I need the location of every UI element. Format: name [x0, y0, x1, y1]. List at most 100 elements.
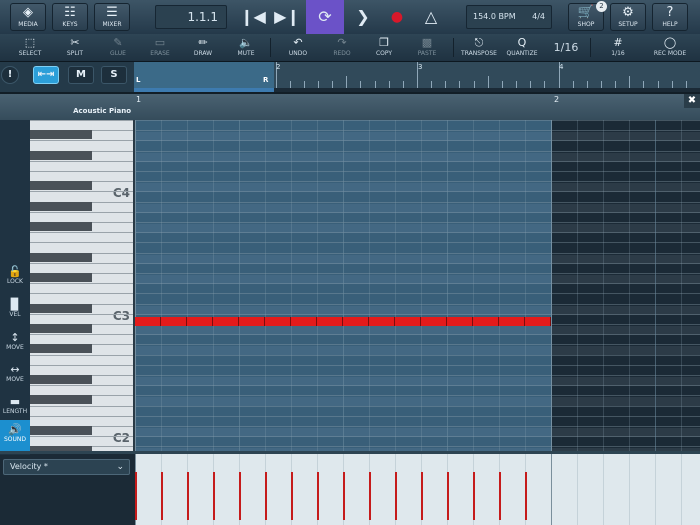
redo-button[interactable]: ↷ REDO	[327, 36, 357, 59]
midi-note[interactable]	[317, 317, 343, 326]
black-key[interactable]	[30, 201, 92, 211]
midi-note[interactable]	[369, 317, 395, 326]
grid-row-line	[135, 201, 700, 203]
skip-back-icon: ❙◀	[240, 7, 266, 26]
velocity-bar[interactable]	[499, 472, 501, 520]
midi-note[interactable]	[343, 317, 369, 326]
midi-note[interactable]	[291, 317, 317, 326]
mute-track-button[interactable]: M	[68, 66, 94, 84]
midi-note[interactable]	[239, 317, 265, 326]
black-key[interactable]	[30, 130, 92, 140]
go-to-end-button[interactable]: ▶❙	[270, 3, 304, 31]
velocity-bar[interactable]	[395, 472, 397, 520]
velocity-lane[interactable]	[135, 454, 700, 525]
mute-tool[interactable]: 🔈 MUTE	[231, 36, 261, 59]
close-editor-button[interactable]: ✖	[684, 94, 700, 108]
cycle-region[interactable]	[134, 62, 274, 88]
length-button[interactable]: ▬ LENGTH	[0, 395, 30, 415]
go-to-start-button[interactable]: ❙◀	[236, 3, 270, 31]
grid-button[interactable]: #1/16	[603, 36, 633, 59]
metronome-icon: △	[424, 7, 438, 26]
midi-note[interactable]	[447, 317, 473, 326]
velocity-bar[interactable]	[525, 472, 527, 520]
black-key[interactable]	[30, 375, 92, 384]
black-key[interactable]	[30, 303, 92, 313]
transpose-button[interactable]: ⎋ TRANSPOSE	[460, 36, 498, 59]
velocity-bar[interactable]	[291, 472, 293, 520]
velocity-bar[interactable]	[187, 472, 189, 520]
velocity-bar[interactable]	[213, 472, 215, 520]
velocity-bar[interactable]	[161, 472, 163, 520]
help-button[interactable]: ? HELP	[652, 3, 688, 31]
tempo-display[interactable]: 154.0 BPM 4/4	[466, 5, 552, 29]
draw-tool[interactable]: ✏ DRAW	[188, 36, 218, 59]
move-horizontal-button[interactable]: ↔ MOVE	[0, 363, 30, 383]
right-locator[interactable]: R	[263, 76, 268, 84]
rec-mode-button[interactable]: ◯ REC MODE	[650, 36, 690, 59]
shop-button[interactable]: 🛒 SHOP 2	[568, 1, 607, 31]
black-key[interactable]	[30, 222, 92, 231]
paste-button[interactable]: ▩ PASTE	[412, 36, 442, 59]
info-button[interactable]: !	[1, 66, 19, 84]
undo-button[interactable]: ↶ UNDO	[283, 36, 313, 59]
controller-lane-label: Velocity *	[10, 462, 48, 471]
controller-lane-select[interactable]: Velocity * ⌄	[3, 459, 130, 475]
midi-note[interactable]	[395, 317, 421, 326]
ruler-tick	[600, 81, 602, 88]
copy-button[interactable]: ❐ COPY	[369, 36, 399, 59]
keys-button[interactable]: ☷ KEYS	[52, 3, 88, 31]
move-vertical-button[interactable]: ↕ MOVE	[0, 331, 30, 351]
black-key[interactable]	[30, 150, 92, 160]
velocity-bar[interactable]	[135, 472, 137, 520]
setup-button[interactable]: ⚙ SETUP	[610, 3, 646, 31]
media-button[interactable]: ◈ MEDIA	[10, 3, 46, 31]
left-locator[interactable]: L	[136, 76, 140, 84]
midi-note[interactable]	[187, 317, 213, 326]
velocity-button[interactable]: ▉ VEL	[0, 298, 30, 318]
velocity-bar[interactable]	[421, 472, 423, 520]
black-key[interactable]	[30, 324, 92, 333]
mixer-button[interactable]: ☰ MIXER	[94, 3, 130, 31]
velocity-bar[interactable]	[343, 472, 345, 520]
velocity-bar[interactable]	[317, 472, 319, 520]
velocity-bar[interactable]	[369, 472, 371, 520]
black-key[interactable]	[30, 181, 92, 191]
split-tool[interactable]: ✂ SPLIT	[60, 36, 90, 59]
fit-button[interactable]: ⇤⇥	[33, 66, 59, 84]
black-key[interactable]	[30, 395, 92, 405]
midi-note[interactable]	[161, 317, 187, 326]
velocity-bar[interactable]	[239, 472, 241, 520]
midi-note[interactable]	[213, 317, 239, 326]
select-tool[interactable]: ⬚ SELECT	[15, 36, 45, 59]
lock-button[interactable]: 🔓 LOCK	[0, 265, 30, 285]
position-display[interactable]: 1.1.1	[155, 5, 227, 29]
midi-note[interactable]	[525, 317, 551, 326]
black-key[interactable]	[30, 273, 92, 282]
velocity-bar[interactable]	[265, 472, 267, 520]
erase-tool[interactable]: ▭ ERASE	[145, 36, 175, 59]
midi-note[interactable]	[473, 317, 499, 326]
black-key[interactable]	[30, 344, 92, 354]
velocity-bar[interactable]	[447, 472, 449, 520]
metronome-button[interactable]: △	[414, 3, 448, 31]
cycle-button[interactable]: ⟳	[306, 0, 344, 34]
record-button[interactable]: ●	[380, 3, 414, 31]
ruler-tick	[332, 81, 334, 88]
quantize-button[interactable]: Q QUANTIZE	[505, 36, 539, 59]
black-key[interactable]	[30, 252, 92, 262]
midi-note[interactable]	[421, 317, 447, 326]
midi-note[interactable]	[265, 317, 291, 326]
white-key-divider	[30, 385, 133, 387]
piano-keyboard[interactable]: C4 C3 C2	[30, 120, 135, 451]
black-key[interactable]	[30, 426, 92, 435]
sound-button[interactable]: 🔊 SOUND	[0, 420, 30, 451]
velocity-bar[interactable]	[473, 472, 475, 520]
midi-note[interactable]	[135, 317, 161, 326]
velocity-grid-line	[681, 454, 682, 525]
solo-track-button[interactable]: S	[101, 66, 127, 84]
play-button[interactable]: ❯	[346, 3, 380, 31]
quantize-value-selector[interactable]: 1/16	[550, 36, 582, 59]
note-grid[interactable]	[135, 120, 700, 451]
midi-note[interactable]	[499, 317, 525, 326]
glue-tool[interactable]: ✎ GLUE	[103, 36, 133, 59]
